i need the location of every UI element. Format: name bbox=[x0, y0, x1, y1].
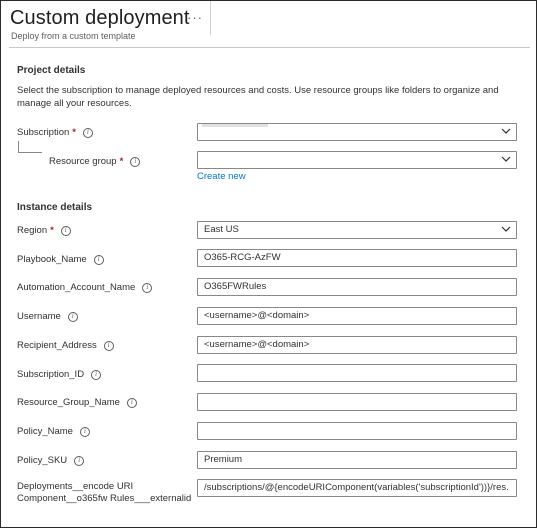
deployments-encode-uri-input[interactable]: /subscriptions/@{encodeURIComponent(vari… bbox=[197, 479, 517, 497]
deployment-panel: Custom deployment ··· Deploy from a cust… bbox=[0, 0, 537, 528]
project-details-heading: Project details bbox=[17, 65, 86, 76]
info-icon[interactable]: i bbox=[67, 312, 78, 322]
required-asterisk: * bbox=[72, 127, 76, 138]
playbook-name-label: Playbook_Name i bbox=[17, 254, 104, 265]
policy-sku-input[interactable]: Premium bbox=[197, 451, 517, 469]
resource-group-name-input[interactable] bbox=[197, 393, 517, 411]
automation-account-name-label-text: Automation_Account_Name bbox=[17, 282, 136, 293]
chevron-down-icon bbox=[501, 156, 511, 162]
recipient-address-input[interactable]: <username>@<domain> bbox=[197, 336, 517, 354]
tree-connector-horizontal bbox=[18, 152, 42, 153]
more-options-button[interactable]: ··· bbox=[187, 10, 203, 25]
info-icon[interactable]: i bbox=[82, 128, 93, 138]
subscription-id-input[interactable] bbox=[197, 364, 517, 382]
policy-name-input[interactable] bbox=[197, 422, 517, 440]
deployments-label-line2: Component__o365fw Rules___externalid bbox=[17, 493, 192, 504]
subscription-label-text: Subscription bbox=[17, 127, 70, 138]
policy-name-label: Policy_Name i bbox=[17, 426, 90, 437]
create-new-link[interactable]: Create new bbox=[197, 171, 246, 182]
recipient-address-value: <username>@<domain> bbox=[204, 339, 310, 350]
recipient-address-label: Recipient_Address i bbox=[17, 340, 114, 351]
username-input[interactable]: <username>@<domain> bbox=[197, 307, 517, 325]
page-subtitle: Deploy from a custom template bbox=[11, 31, 136, 41]
info-icon[interactable]: i bbox=[74, 456, 85, 466]
policy-sku-value: Premium bbox=[204, 454, 243, 465]
subscription-id-label-text: Subscription_ID bbox=[17, 369, 85, 380]
playbook-name-label-text: Playbook_Name bbox=[17, 254, 87, 265]
instance-details-heading: Instance details bbox=[17, 202, 93, 213]
chevron-down-icon bbox=[501, 226, 511, 232]
automation-account-name-input[interactable]: O365FWRules bbox=[197, 278, 517, 296]
policy-sku-label-text: Policy_SKU bbox=[17, 455, 68, 466]
info-icon[interactable]: i bbox=[91, 370, 102, 380]
playbook-name-value: O365-RCG-AzFW bbox=[204, 252, 281, 263]
deployments-encode-uri-label: Deployments__encode URI Component__o365f… bbox=[17, 481, 191, 505]
automation-account-name-label: Automation_Account_Name i bbox=[17, 282, 153, 293]
resource-group-label: Resource group * i bbox=[49, 156, 141, 167]
info-icon[interactable]: i bbox=[142, 283, 153, 293]
username-value: <username>@<domain> bbox=[204, 310, 310, 321]
region-dropdown[interactable]: East US bbox=[197, 221, 517, 239]
playbook-name-input[interactable]: O365-RCG-AzFW bbox=[197, 249, 517, 267]
page-title: Custom deployment bbox=[10, 7, 190, 29]
subscription-dropdown[interactable] bbox=[197, 123, 517, 141]
resource-group-name-label-text: Resource_Group_Name bbox=[17, 397, 120, 408]
subscription-label: Subscription * i bbox=[17, 127, 93, 138]
region-label-text: Region bbox=[17, 225, 48, 236]
policy-sku-label: Policy_SKU i bbox=[17, 455, 85, 466]
resource-group-dropdown[interactable] bbox=[197, 151, 517, 169]
automation-account-name-value: O365FWRules bbox=[204, 281, 267, 292]
info-icon[interactable]: i bbox=[103, 341, 114, 351]
region-label: Region * i bbox=[17, 225, 71, 236]
project-description: Select the subscription to manage deploy… bbox=[17, 85, 499, 109]
username-label: Username i bbox=[17, 311, 78, 322]
resource-group-label-text: Resource group bbox=[49, 156, 117, 167]
header-divider bbox=[210, 1, 211, 35]
recipient-address-label-text: Recipient_Address bbox=[17, 340, 97, 351]
deployments-encode-uri-value: /subscriptions/@{encodeURIComponent(vari… bbox=[204, 482, 509, 493]
info-icon[interactable]: i bbox=[126, 398, 137, 408]
info-icon[interactable]: i bbox=[93, 255, 104, 265]
region-value: East US bbox=[204, 224, 239, 235]
required-asterisk: * bbox=[50, 225, 54, 236]
resource-group-name-label: Resource_Group_Name i bbox=[17, 397, 137, 408]
chevron-down-icon bbox=[501, 128, 511, 134]
policy-name-label-text: Policy_Name bbox=[17, 426, 73, 437]
subscription-id-label: Subscription_ID i bbox=[17, 369, 102, 380]
info-icon[interactable]: i bbox=[130, 157, 141, 167]
info-icon[interactable]: i bbox=[79, 427, 90, 437]
redacted-value bbox=[202, 124, 268, 127]
deployments-label-line1: Deployments__encode URI bbox=[17, 481, 134, 492]
info-icon[interactable]: i bbox=[60, 226, 71, 236]
tree-connector-vertical bbox=[18, 141, 19, 152]
required-asterisk: * bbox=[119, 156, 124, 167]
username-label-text: Username bbox=[17, 311, 61, 322]
header-separator bbox=[9, 47, 530, 48]
